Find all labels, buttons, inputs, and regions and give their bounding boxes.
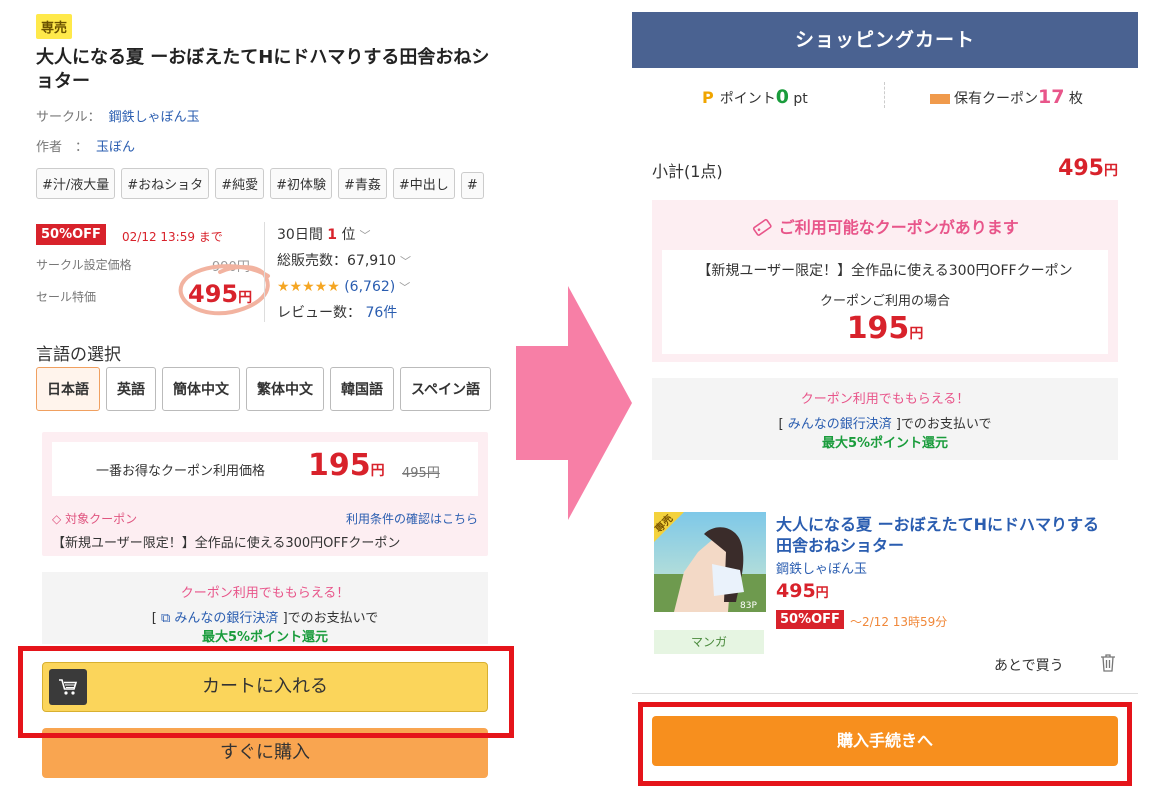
- chevron-down-icon: ﹀: [399, 281, 411, 294]
- promo-body: [ みんなの銀行決済 ]でのお支払いで: [778, 417, 992, 432]
- coupon-applied-label: クーポンご利用の場合: [819, 294, 950, 309]
- coupon-price-label: 一番お得なクーポン利用価格: [96, 464, 266, 479]
- orig-price-label: サークル設定価格: [36, 258, 132, 272]
- tag-item[interactable]: #おねショタ: [121, 168, 210, 199]
- cart-item-price: 495円: [776, 580, 829, 602]
- lang-option-simplified-chinese[interactable]: 簡体中文: [162, 367, 240, 411]
- lang-option-japanese[interactable]: 日本語: [36, 367, 100, 411]
- author-label: 作者 ：: [36, 140, 89, 155]
- cart-item-sale-until: ～2/12 13時59分: [850, 615, 948, 629]
- tag-item[interactable]: #純愛: [215, 168, 265, 199]
- coupon-original-price: 495円: [402, 466, 440, 481]
- lang-option-english[interactable]: 英語: [106, 367, 156, 411]
- lang-option-korean[interactable]: 韓国語: [330, 367, 394, 411]
- sale-price-label: セール特価: [36, 290, 97, 304]
- product-stats: 30日間 1 位 ﹀ 総販売数：67,910 ﹀ ★★★★★ (6,762) ﹀ レビ…: [264, 222, 411, 322]
- total-sales[interactable]: 総販売数：67,910 ﹀: [277, 248, 411, 274]
- available-coupon-box: ご利用可能なクーポンがあります 【新規ユーザー限定！】全作品に使える300円OF…: [652, 200, 1118, 362]
- coupon-price: 195円: [308, 448, 385, 483]
- circle-label: サークル：: [36, 110, 101, 125]
- exclusive-badge: 専売: [36, 14, 73, 39]
- ranking[interactable]: 30日間 1 位 ﹀: [277, 222, 411, 248]
- chevron-down-icon: ﹀: [359, 229, 371, 242]
- arrow-right-icon: [516, 286, 632, 520]
- circle-link[interactable]: 鋼鉄しゃぼん玉: [109, 110, 200, 125]
- reviews-link[interactable]: 76件: [365, 305, 397, 321]
- coupon-description: 【新規ユーザー限定！】全作品に使える300円OFFクーポン: [52, 536, 401, 551]
- review-count: レビュー数： 76件: [277, 305, 398, 321]
- highlight-box-checkout: [638, 702, 1132, 786]
- available-coupon-heading: ご利用可能なクーポンがあります: [652, 214, 1118, 238]
- subtotal-label: 小計(1点): [652, 162, 723, 181]
- divider: [632, 693, 1138, 694]
- genre-badge: マンガ: [654, 630, 764, 654]
- circle-row: サークル： 鋼鉄しゃぼん玉: [36, 106, 200, 125]
- promo-body: [ ⧉ みんなの銀行決済 ]でのお支払いで: [151, 611, 379, 626]
- held-coupons[interactable]: 保有クーポン17 枚: [930, 86, 1083, 108]
- sale-badge: 50%OFF: [36, 224, 106, 245]
- coupon-applied-price: 195円: [846, 311, 924, 346]
- lang-option-spanish[interactable]: スペイン語: [400, 367, 492, 411]
- promo-heading: クーポン利用でももらえる！: [800, 392, 970, 407]
- cart-item-discount-badge: 50%OFF: [776, 610, 844, 629]
- coupon-tag-icon: [753, 218, 772, 236]
- rating-stars-icon: ★★★★★: [277, 279, 340, 295]
- rating[interactable]: ★★★★★ (6,762) ﹀: [277, 274, 411, 300]
- author-row: 作者 ： 玉ぼん: [36, 136, 135, 155]
- promo-heading: クーポン利用でももらえる！: [180, 586, 350, 601]
- buy-later-button[interactable]: あとで買う: [994, 655, 1064, 675]
- points-balance: P ポイント0 pt: [702, 86, 808, 108]
- cart-header-title: ショッピングカート: [632, 12, 1138, 68]
- tag-item[interactable]: #: [460, 172, 484, 199]
- promo-points: 最大5%ポイント還元: [201, 630, 329, 645]
- points-icon: P: [702, 88, 714, 107]
- coupon-ticket-icon: [930, 94, 950, 104]
- coupon-price-box: 一番お得なクーポン利用価格 195円 495円 ◇ 対象クーポン 利用条件の確認…: [42, 432, 488, 556]
- bank-promo-box: クーポン利用でももらえる！ [ みんなの銀行決済 ]でのお支払いで 最大5%ポイ…: [652, 378, 1118, 460]
- product-page-panel: 専売 大人になる夏 ーおぼえたてHにドハマりする田舎おねショター サークル： 鋼鉄…: [0, 0, 520, 800]
- language-section-title: 言語の選択: [36, 345, 121, 365]
- tag-item[interactable]: #青姦: [338, 168, 387, 199]
- target-coupon-label: ◇ 対象クーポン: [52, 512, 138, 526]
- product-thumbnail[interactable]: 専売 83P: [654, 512, 766, 612]
- trash-icon[interactable]: [1100, 654, 1116, 672]
- subtotal-price: 495円: [1058, 156, 1118, 181]
- product-title: 大人になる夏 ーおぼえたてHにドハマりする田舎おねショター: [36, 47, 490, 92]
- author-link[interactable]: 玉ぼん: [96, 140, 135, 155]
- tag-list: #汁/液大量 #おねショタ #純愛 #初体験 #青姦 #中出し #: [36, 168, 504, 200]
- tag-item[interactable]: #初体験: [270, 168, 332, 199]
- highlight-box-add-to-cart: [18, 646, 514, 738]
- external-link-icon: ⧉: [160, 611, 171, 626]
- coupon-tag-icon: ◇: [52, 512, 62, 526]
- tag-item[interactable]: #中出し: [392, 168, 455, 199]
- promo-points: 最大5%ポイント還元: [821, 436, 949, 451]
- bank-payment-link[interactable]: みんなの銀行決済: [174, 611, 278, 626]
- shopping-cart-panel: ショッピングカート P ポイント0 pt 保有クーポン17 枚 小計(1点) 49…: [632, 0, 1150, 800]
- coupon-terms-link[interactable]: 利用条件の確認はこちら: [346, 510, 478, 527]
- sale-until: 02/12 13:59 まで: [122, 230, 223, 244]
- chevron-down-icon: ﹀: [400, 255, 411, 268]
- cart-item-circle[interactable]: 鋼鉄しゃぼん玉: [776, 558, 867, 577]
- tag-item[interactable]: #汁/液大量: [36, 168, 116, 199]
- language-selector: 日本語 英語 簡体中文 繁体中文 韓国語 スペイン語: [36, 367, 506, 413]
- lang-option-traditional-chinese[interactable]: 繁体中文: [246, 367, 324, 411]
- cart-item-title[interactable]: 大人になる夏 ーおぼえたてHにドハマりする田舎おねショター: [776, 514, 1106, 556]
- coupon-detail-card[interactable]: 【新規ユーザー限定！】全作品に使える300円OFFクーポン クーポンご利用の場合…: [662, 250, 1108, 354]
- coupon-description: 【新規ユーザー限定！】全作品に使える300円OFFクーポン: [697, 263, 1073, 279]
- bank-payment-link[interactable]: みんなの銀行決済: [788, 417, 892, 432]
- divider: [884, 82, 885, 108]
- bank-promo-box: クーポン利用でももらえる！ [ ⧉ みんなの銀行決済 ]でのお支払いで 最大5%…: [42, 572, 488, 645]
- coupon-price-panel: 一番お得なクーポン利用価格 195円 495円: [52, 442, 478, 496]
- svg-text:83P: 83P: [740, 601, 757, 611]
